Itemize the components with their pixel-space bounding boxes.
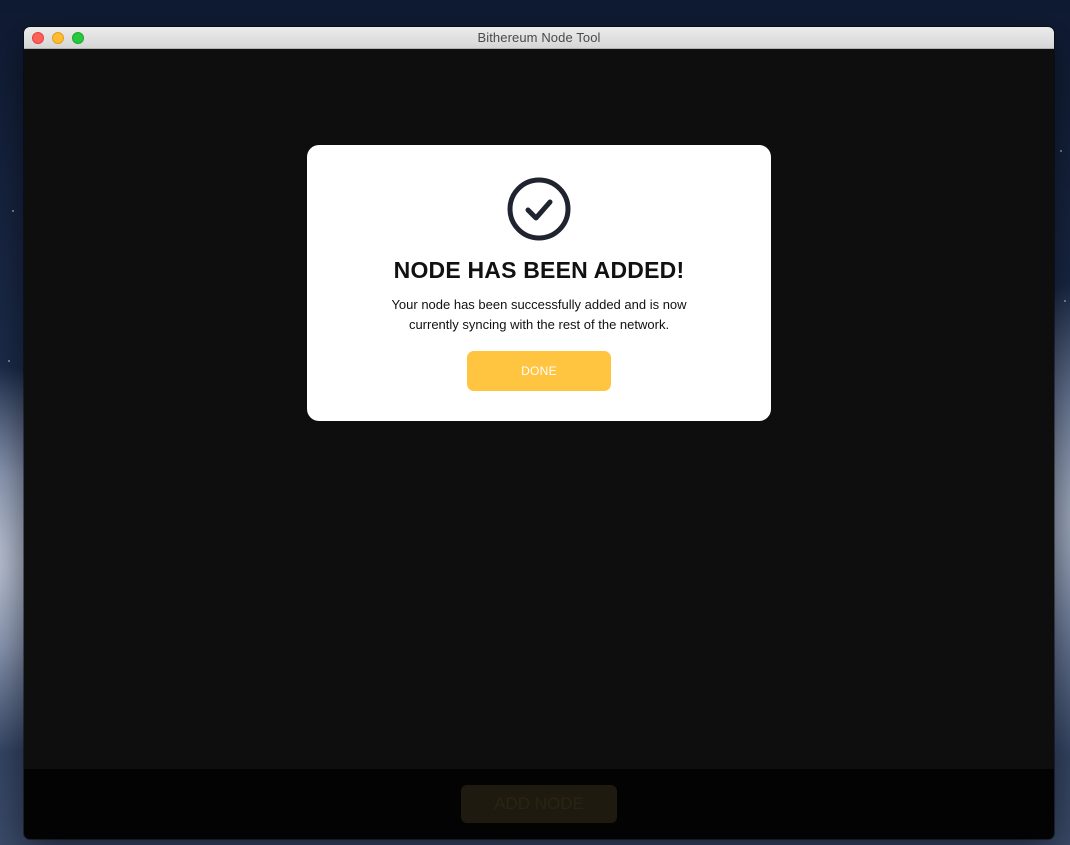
- done-button[interactable]: DONE: [467, 351, 611, 391]
- desktop-star: [1060, 150, 1062, 152]
- app-window: Bithereum Node Tool ADD NODE NODE HAS BE…: [24, 27, 1054, 839]
- desktop-star: [8, 360, 10, 362]
- window-controls: [32, 32, 84, 44]
- success-dialog: NODE HAS BEEN ADDED! Your node has been …: [307, 145, 771, 421]
- footer-bar: ADD NODE: [24, 769, 1054, 839]
- minimize-window-button[interactable]: [52, 32, 64, 44]
- add-node-button[interactable]: ADD NODE: [461, 785, 617, 823]
- close-window-button[interactable]: [32, 32, 44, 44]
- zoom-window-button[interactable]: [72, 32, 84, 44]
- dialog-message: Your node has been successfully added an…: [391, 297, 687, 332]
- dialog-title: NODE HAS BEEN ADDED!: [393, 257, 685, 283]
- check-circle-icon: [507, 177, 571, 241]
- desktop-star: [1064, 300, 1066, 302]
- title-bar: Bithereum Node Tool: [24, 27, 1054, 49]
- window-title: Bithereum Node Tool: [477, 30, 601, 45]
- desktop-star: [12, 210, 14, 212]
